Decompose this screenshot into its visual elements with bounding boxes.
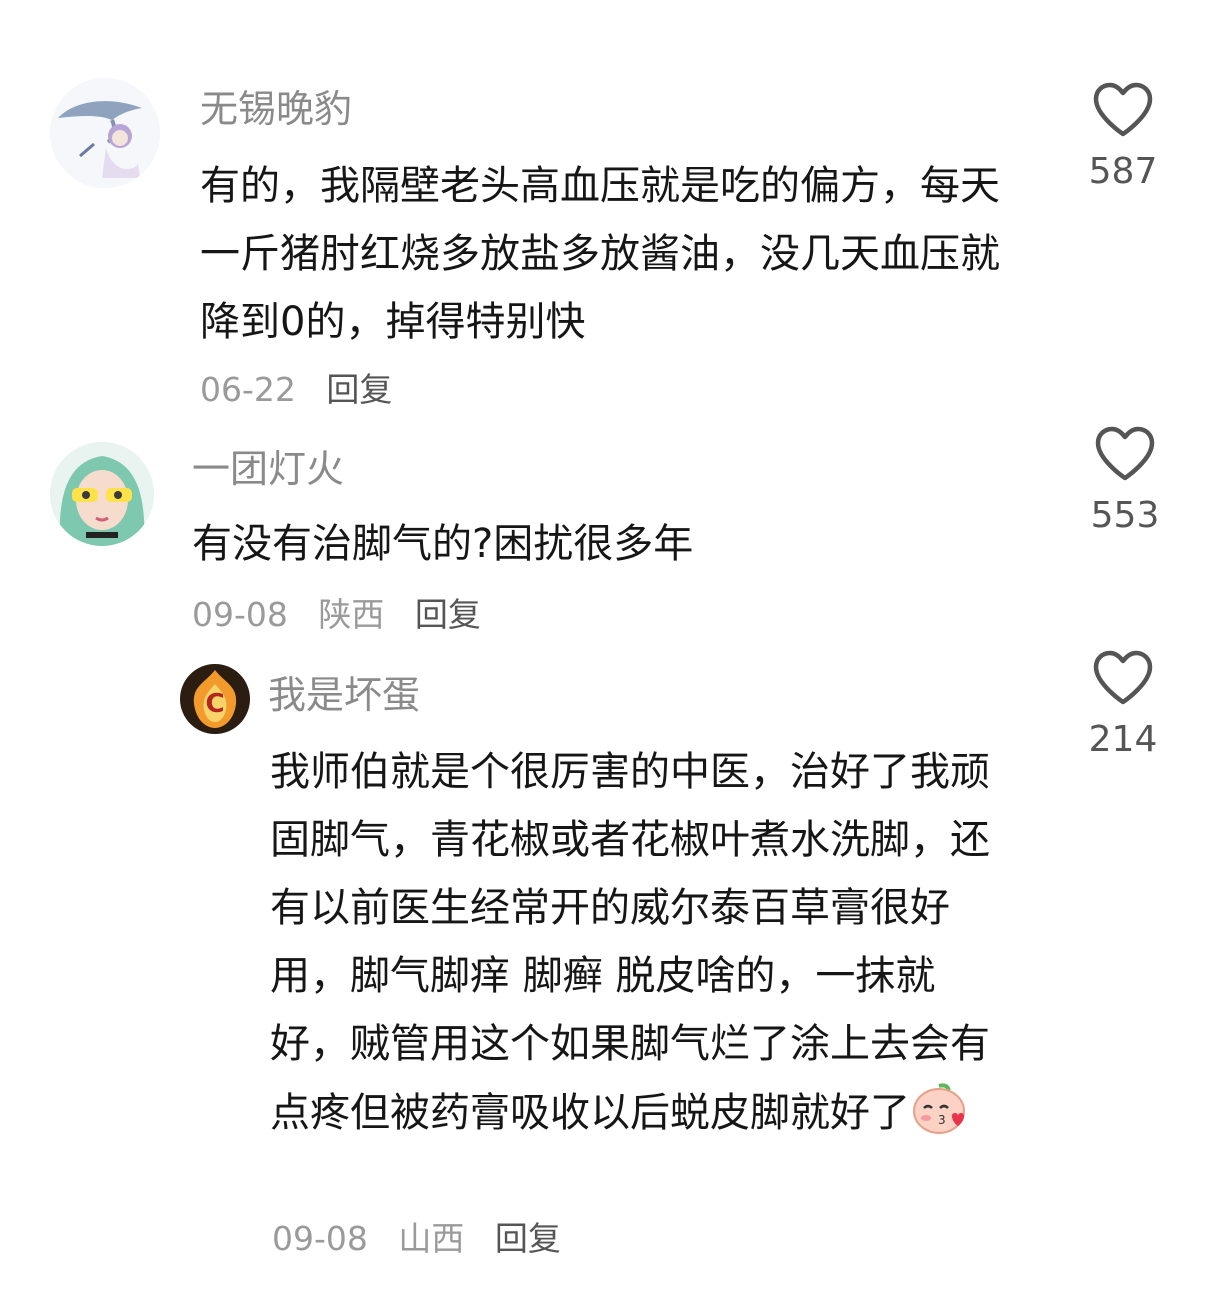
like-button[interactable]: 587 xyxy=(1058,82,1188,190)
comment-date: 09-08 xyxy=(192,595,288,634)
like-count: 214 xyxy=(1088,719,1158,760)
dolphin-avatar-icon[interactable] xyxy=(50,78,160,188)
svg-text:3: 3 xyxy=(938,1113,946,1127)
username[interactable]: 一团灯火 xyxy=(192,450,344,488)
comment-location: 山西 xyxy=(398,1219,465,1258)
like-button[interactable]: 214 xyxy=(1058,650,1188,758)
reply-button[interactable]: 回复 xyxy=(326,370,392,409)
comment-date: 09-08 xyxy=(272,1219,368,1258)
comment-text: 有的，我隔壁老头高血压就是吃的偏方，每天一斤猪肘红烧多放盐多放酱油，没几天血压就… xyxy=(200,163,1000,345)
reply-comment-item: C 我是坏蛋 我师伯就是个很厉害的中医，治好了我顽固脚气，青花椒或者花椒叶煮水洗… xyxy=(0,650,1220,1314)
comment-date: 06-22 xyxy=(200,370,296,409)
girl-avatar-icon[interactable] xyxy=(50,442,154,546)
like-count: 553 xyxy=(1090,495,1160,536)
comment-item: 一团灯火 有没有治脚气的?困扰很多年 09-08 陕西 回复 553 xyxy=(0,420,1220,650)
comment-text: 有没有治脚气的?困扰很多年 xyxy=(192,521,694,567)
comment-meta: 06-22 回复 xyxy=(200,373,412,406)
like-button[interactable]: 553 xyxy=(1060,426,1190,534)
username[interactable]: 无锡晚豹 xyxy=(200,90,352,128)
reply-button[interactable]: 回复 xyxy=(495,1219,561,1258)
comment-text: 我师伯就是个很厉害的中医，治好了我顽固脚气，青花椒或者花椒叶煮水洗脚，还有以前医… xyxy=(270,738,990,1147)
heart-icon[interactable] xyxy=(1092,650,1154,706)
like-count: 587 xyxy=(1088,151,1158,192)
svg-text:C: C xyxy=(205,689,224,719)
peach-kiss-emoji-icon: 3 xyxy=(910,1078,968,1136)
comment-meta: 09-08 陕西 回复 xyxy=(192,598,501,631)
flame-avatar-icon[interactable]: C xyxy=(180,664,250,734)
comment-location: 陕西 xyxy=(318,595,385,634)
comment-item: 无锡晚豹 有的，我隔壁老头高血压就是吃的偏方，每天一斤猪肘红烧多放盐多放酱油，没… xyxy=(0,0,1220,420)
comment-meta: 09-08 山西 回复 xyxy=(272,1222,581,1255)
username[interactable]: 我是坏蛋 xyxy=(268,676,420,714)
reply-button[interactable]: 回复 xyxy=(415,595,481,634)
heart-icon[interactable] xyxy=(1092,82,1154,138)
heart-icon[interactable] xyxy=(1094,426,1156,482)
comment-text-content: 我师伯就是个很厉害的中医，治好了我顽固脚气，青花椒或者花椒叶煮水洗脚，还有以前医… xyxy=(270,749,990,1136)
